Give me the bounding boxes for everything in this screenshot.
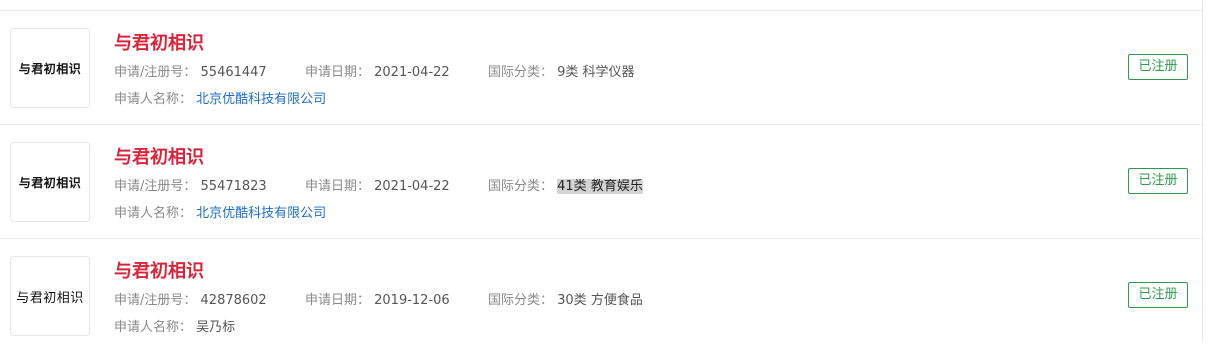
app-date-label: 申请日期： [304,65,370,80]
app-date-value: 2019-12-06 [374,293,450,308]
reg-no-label: 申请/注册号： [114,179,197,194]
trademark-meta-line: 申请/注册号： 55471823 申请日期： 2021-04-22 国际分类： … [114,175,643,194]
applicant-label: 申请人名称： [114,206,193,221]
trademark-name-link[interactable]: 与君初相识 [114,29,204,55]
trademark-logo-text: 与君初相识 [18,175,82,190]
intl-class-label: 国际分类： [487,179,553,194]
intl-class-label: 国际分类： [487,293,553,308]
app-date-label: 申请日期： [304,293,370,308]
intl-class-value-selected: 41类 教育娱乐 [557,179,643,194]
trademark-logo-image[interactable]: 与君初相识 [10,142,90,222]
scroll-boundary [1202,0,1203,341]
intl-class-value: 9类 科学仪器 [557,65,635,80]
trademark-logo-image[interactable]: 与君初相识 [10,256,90,336]
trademark-logo-image[interactable]: 与君初相识 [10,28,90,108]
applicant-link[interactable]: 北京优酷科技有限公司 [196,92,326,107]
status-badge: 已注册 [1128,282,1188,308]
trademark-list: 与君初相识 与君初相识 申请/注册号： 55461447 申请日期： 2021-… [0,0,1202,341]
status-badge: 已注册 [1128,168,1188,194]
reg-no-label: 申请/注册号： [114,65,197,80]
applicant-value: 吴乃标 [196,320,236,335]
app-date-label: 申请日期： [304,179,370,194]
reg-no-value: 55461447 [200,65,267,80]
applicant-label: 申请人名称： [114,92,193,107]
intl-class-label: 国际分类： [487,65,553,80]
trademark-name-link[interactable]: 与君初相识 [114,257,204,283]
applicant-label: 申请人名称： [114,320,193,335]
trademark-logo-text: 与君初相识 [18,61,82,76]
trademark-row[interactable]: 与君初相识 与君初相识 申请/注册号： 55461447 申请日期： 2021-… [0,11,1202,125]
reg-no-value: 55471823 [200,179,267,194]
applicant-line: 申请人名称： 北京优酷科技有限公司 [114,202,326,221]
trademark-name-link[interactable]: 与君初相识 [114,143,204,169]
reg-no-label: 申请/注册号： [114,293,197,308]
trademark-row[interactable]: 与君初相识 与君初相识 申请/注册号： 55471823 申请日期： 2021-… [0,125,1202,239]
applicant-link[interactable]: 北京优酷科技有限公司 [196,206,326,221]
trademark-logo-text: 与君初相识 [16,290,84,306]
intl-class-value: 30类 方便食品 [557,293,643,308]
status-badge: 已注册 [1128,54,1188,80]
applicant-line: 申请人名称： 北京优酷科技有限公司 [114,88,326,107]
applicant-line: 申请人名称： 吴乃标 [114,316,235,335]
trademark-meta-line: 申请/注册号： 42878602 申请日期： 2019-12-06 国际分类： … [114,289,643,308]
trademark-meta-line: 申请/注册号： 55461447 申请日期： 2021-04-22 国际分类： … [114,61,635,80]
app-date-value: 2021-04-22 [374,65,450,80]
trademark-row[interactable]: 与君初相识 与君初相识 申请/注册号： 42878602 申请日期： 2019-… [0,239,1202,353]
app-date-value: 2021-04-22 [374,179,450,194]
reg-no-value: 42878602 [200,293,267,308]
